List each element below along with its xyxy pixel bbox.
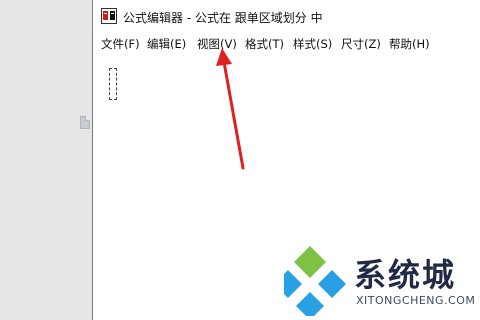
watermark-logo-icon	[274, 246, 346, 320]
window-title: 公式编辑器 - 公式在 跟单区域划分 中	[123, 11, 323, 25]
menu-size[interactable]: 尺寸(Z)	[341, 36, 381, 52]
menu-help[interactable]: 帮助(H)	[389, 36, 430, 52]
desktop-document-icon[interactable]	[80, 116, 90, 129]
menu-edit[interactable]: 编辑(E)	[147, 36, 186, 52]
watermark: 系统城 XITONGCHENG.COM	[274, 240, 480, 320]
watermark-brand: 系统城	[354, 256, 457, 294]
menu-bar: 文件(F) 编辑(E) 视图(V) 格式(T) 样式(S) 尺寸(Z) 帮助(H…	[93, 34, 480, 56]
watermark-url: XITONGCHENG.COM	[356, 294, 476, 307]
title-bar[interactable]: 公式编辑器 - 公式在 跟单区域划分 中	[93, 0, 480, 33]
equation-input-slot[interactable]	[109, 68, 117, 100]
menu-view[interactable]: 视图(V)	[197, 36, 237, 52]
equation-editor-app-icon[interactable]	[101, 8, 117, 24]
menu-file[interactable]: 文件(F)	[101, 36, 140, 52]
menu-style[interactable]: 样式(S)	[293, 36, 332, 52]
menu-format[interactable]: 格式(T)	[245, 36, 284, 52]
